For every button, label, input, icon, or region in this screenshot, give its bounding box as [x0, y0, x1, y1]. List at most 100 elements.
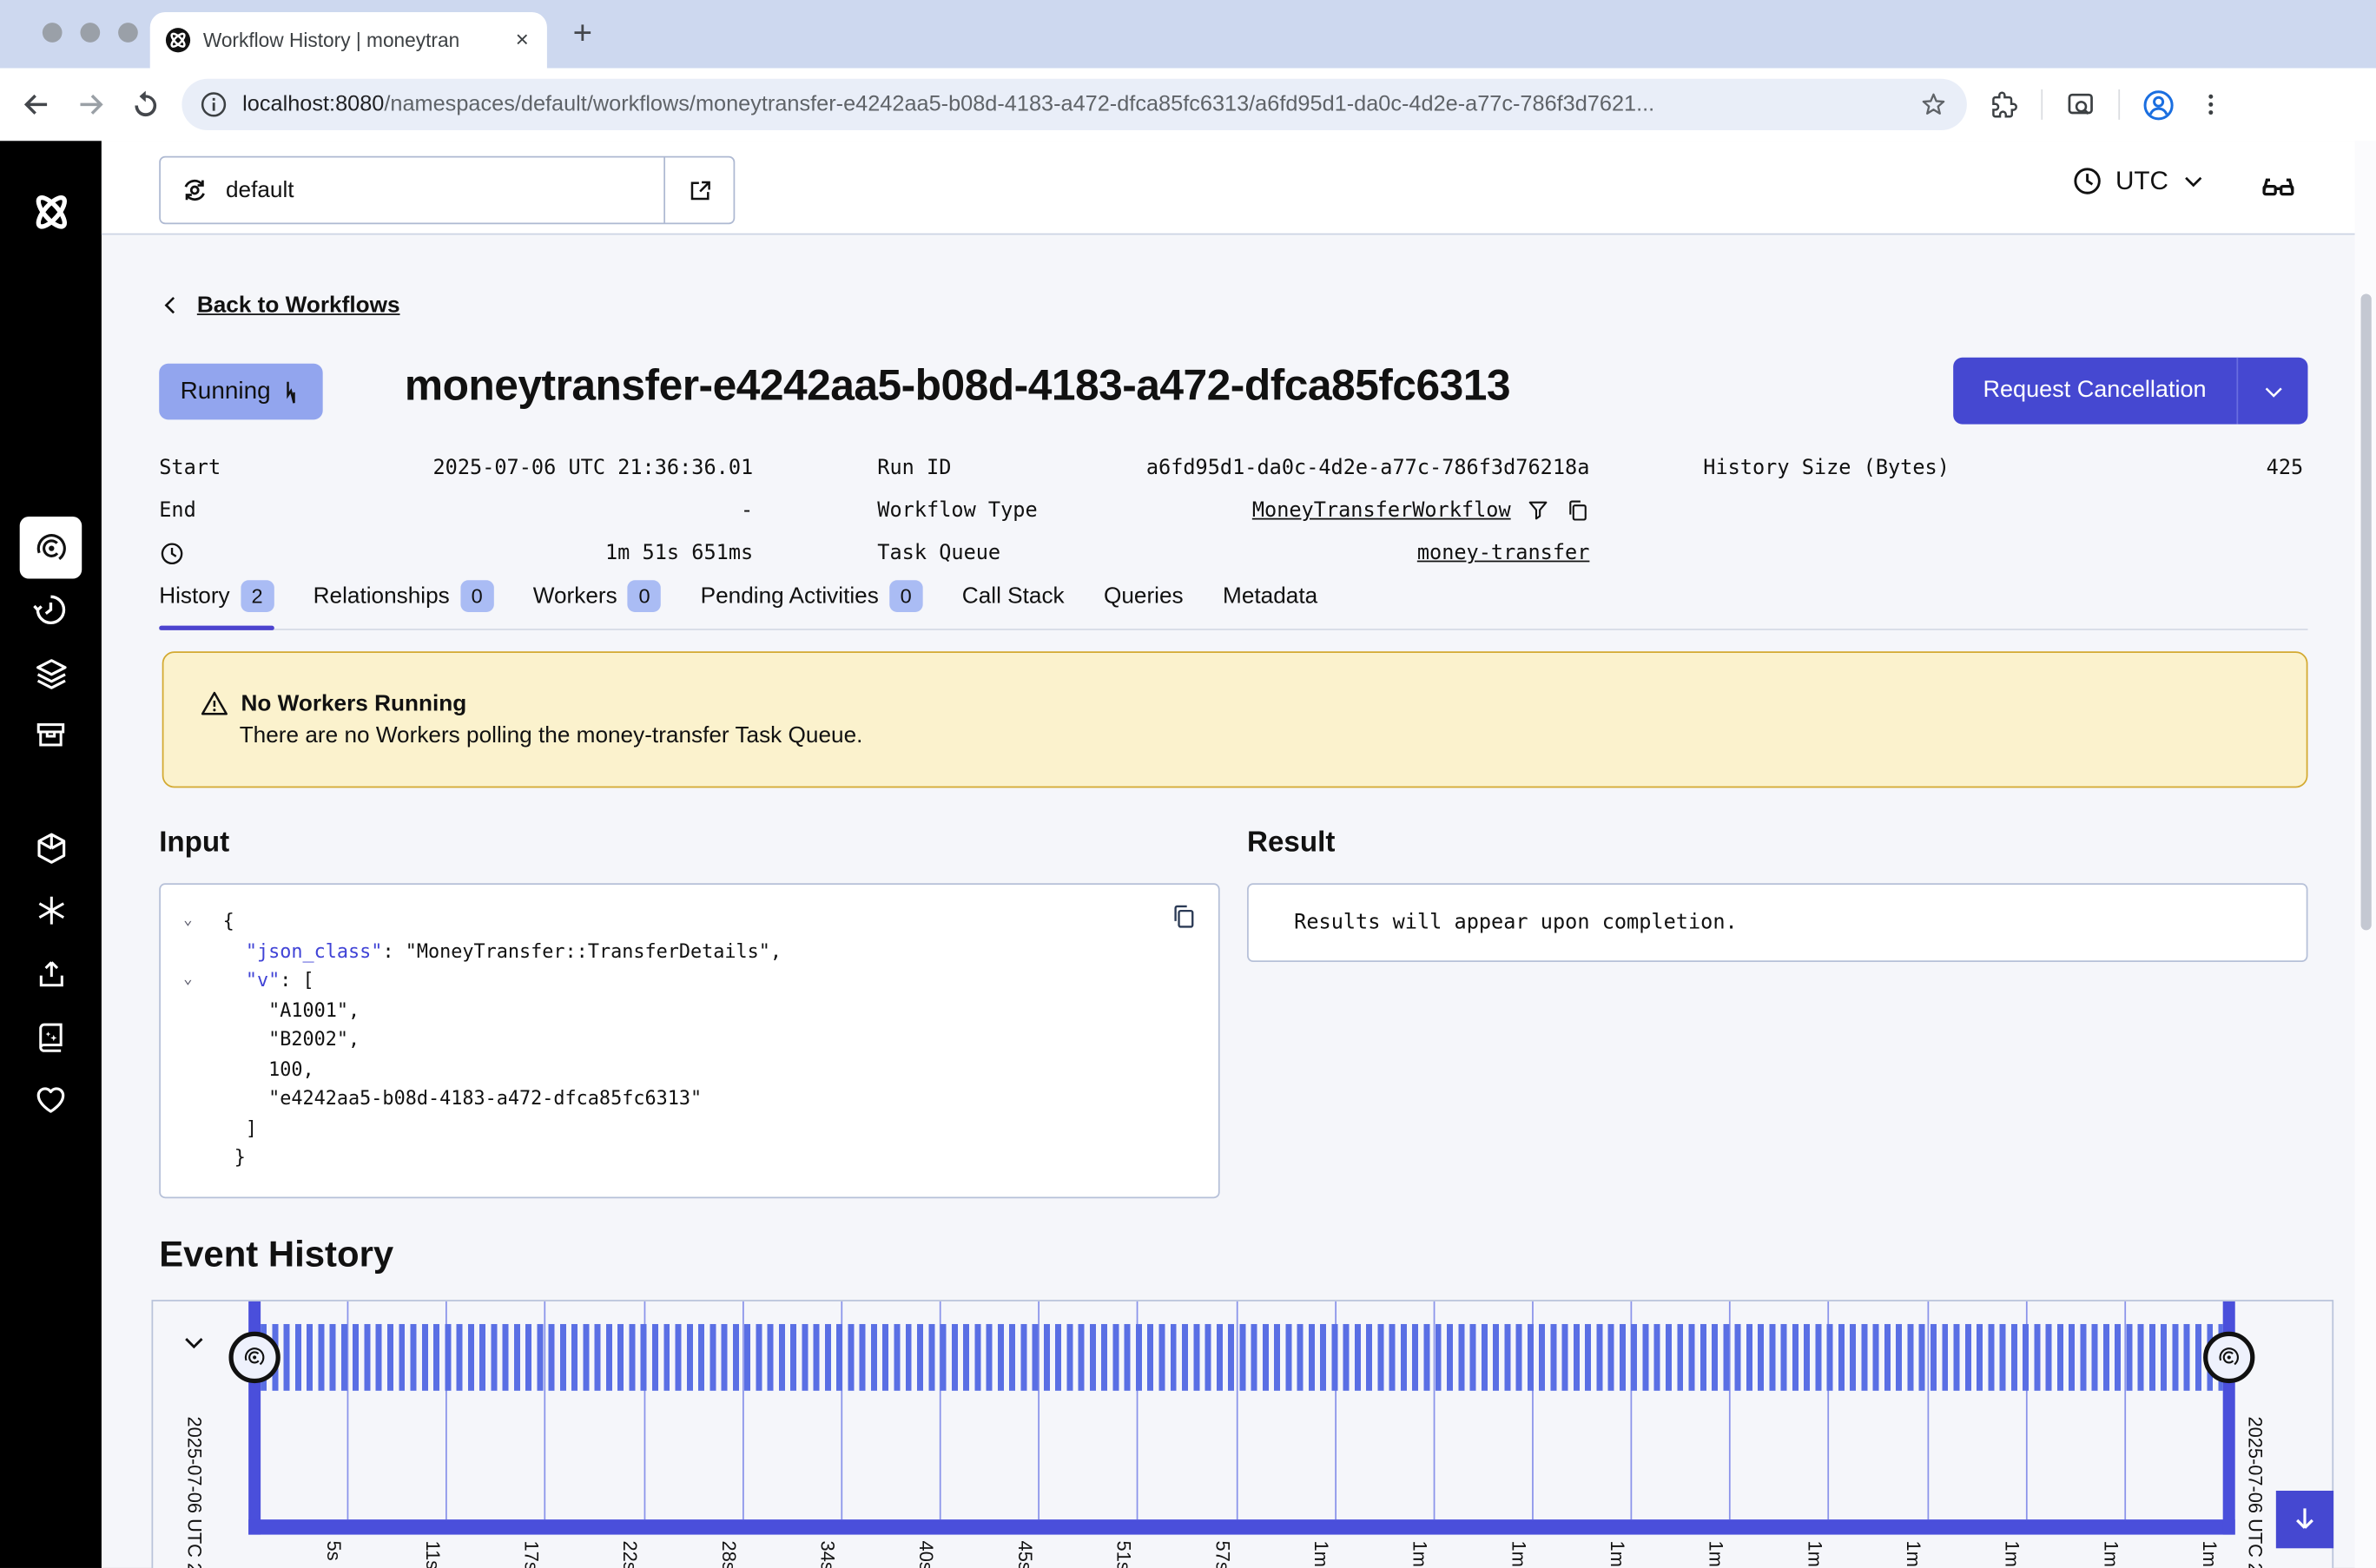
back-to-workflows-link[interactable]: Back to Workflows — [159, 293, 399, 319]
timeline-tick-label: 28s — [718, 1541, 739, 1568]
timeline-tick-label: 40s — [915, 1541, 936, 1568]
back-icon[interactable] — [18, 86, 55, 122]
workflows-spiral-icon — [33, 530, 69, 566]
timeline-tick-label: 45s — [1014, 1541, 1035, 1568]
collapse-caret-icon[interactable]: ⌄ — [175, 965, 200, 995]
input-heading: Input — [159, 827, 229, 860]
new-tab-button[interactable]: + — [573, 16, 592, 49]
tab-call-stack[interactable]: Call Stack — [962, 580, 1065, 615]
tab-pending-activities[interactable]: Pending Activities0 — [701, 580, 923, 615]
window-close-button[interactable] — [43, 23, 63, 43]
scroll-to-bottom-button[interactable] — [2276, 1491, 2333, 1548]
profile-avatar-icon[interactable] — [2142, 87, 2176, 122]
no-workers-warning: No Workers Running There are no Workers … — [162, 651, 2308, 787]
workflow-type-label: Workflow Type — [877, 498, 1037, 523]
status-badge: Running — [159, 364, 322, 420]
nav-workflows-active[interactable] — [20, 517, 82, 579]
back-link-label: Back to Workflows — [197, 293, 400, 319]
running-pulse-icon — [280, 379, 300, 404]
timeline-tick-label: 51s — [1112, 1541, 1133, 1568]
timeline-event-band[interactable] — [261, 1324, 2223, 1391]
url-path: /namespaces/default/workflows/moneytrans… — [384, 92, 1654, 116]
json-line: } — [234, 1143, 246, 1172]
browser-tab[interactable]: Workflow History | moneytran × — [150, 12, 547, 69]
timeline-tick-label: 57s — [1211, 1541, 1232, 1568]
labs-mode-button[interactable] — [2260, 168, 2298, 214]
nav-namespaces[interactable] — [0, 830, 102, 866]
workflow-started-marker[interactable] — [228, 1332, 280, 1383]
latest-event-marker[interactable] — [2203, 1332, 2254, 1383]
tab-count-badge: 0 — [889, 580, 922, 612]
timeline-tick-label: 1m — [2100, 1541, 2121, 1567]
site-info-icon[interactable] — [200, 91, 227, 118]
clock-icon — [2071, 165, 2103, 197]
timeline-tick-label: 11s — [422, 1541, 443, 1568]
namespace-current[interactable]: default — [161, 157, 663, 222]
page-scrollbar-thumb[interactable] — [2361, 294, 2372, 931]
namespace-selector[interactable]: default — [159, 156, 735, 225]
url-host: localhost:8080 — [242, 92, 384, 116]
bookmark-star-icon[interactable] — [1918, 89, 1949, 120]
tab-close-icon[interactable]: × — [512, 27, 531, 53]
tab-search-icon[interactable] — [2064, 88, 2097, 121]
extensions-icon[interactable] — [1988, 89, 2020, 121]
nav-docs[interactable] — [0, 1019, 102, 1054]
forward-icon[interactable] — [73, 86, 109, 122]
tab-history[interactable]: History2 — [159, 580, 274, 615]
tab-metadata[interactable]: Metadata — [1223, 580, 1317, 615]
glasses-icon — [2260, 168, 2298, 207]
filter-funnel-icon[interactable] — [1526, 498, 1550, 523]
tab-queries[interactable]: Queries — [1104, 580, 1184, 615]
tab-label: Metadata — [1223, 583, 1317, 609]
nav-schedules[interactable] — [0, 592, 102, 627]
url-bar[interactable]: localhost:8080/namespaces/default/workfl… — [182, 79, 1966, 130]
timeline-tick-label: 17s — [520, 1541, 541, 1568]
tab-label: Workers — [533, 583, 617, 609]
reload-icon[interactable] — [128, 86, 164, 122]
namespace-external-link-button[interactable] — [663, 157, 733, 222]
history-size-label: History Size (Bytes) — [1703, 456, 1950, 480]
browser-menu-icon[interactable] — [2197, 91, 2224, 118]
json-line: : "MoneyTransfer::TransferDetails", — [382, 935, 782, 965]
nav-import[interactable] — [0, 958, 102, 991]
page-scrollbar[interactable] — [2355, 141, 2376, 1568]
collapse-caret-icon[interactable]: ⌄ — [175, 906, 200, 935]
timeline-tick-label: 1m — [1508, 1541, 1528, 1567]
cancellation-menu-button[interactable] — [2236, 358, 2307, 425]
request-cancellation-split-button[interactable]: Request Cancellation — [1953, 358, 2308, 425]
timeline-bottom-axis — [248, 1519, 2235, 1534]
timeline-tick-label: 1m — [1310, 1541, 1331, 1567]
url-text[interactable]: localhost:8080/namespaces/default/workfl… — [242, 92, 1903, 116]
tab-label: Relationships — [314, 583, 450, 609]
run-id-value: a6fd95d1-da0c-4d2e-a77c-786f3d76218a — [1146, 456, 1590, 480]
task-queue-link[interactable]: money-transfer — [1417, 541, 1590, 565]
window-minimize-button[interactable] — [80, 23, 100, 43]
tab-relationships[interactable]: Relationships0 — [314, 580, 494, 615]
nav-feedback[interactable] — [0, 1082, 102, 1117]
workflow-tabs: History2Relationships0Workers0Pending Ac… — [159, 580, 2307, 630]
event-history-timeline[interactable]: 2025-07-06 UTC 2 2025-07-06 UTC 2 5s11s1… — [151, 1300, 2333, 1568]
chevron-left-icon — [159, 294, 182, 317]
timeline-tick-label: 1m — [2199, 1541, 2220, 1567]
copy-icon[interactable] — [1565, 498, 1589, 523]
browser-tabstrip: Workflow History | moneytran × + — [0, 0, 2376, 69]
input-json-viewer: ⌄ { "json_class": "MoneyTransfer::Transf… — [159, 883, 1219, 1198]
copy-icon[interactable] — [1170, 903, 1197, 930]
nav-deployments[interactable] — [0, 656, 102, 693]
window-zoom-button[interactable] — [118, 23, 138, 43]
timezone-selector[interactable]: UTC — [2071, 165, 2206, 197]
timeline-tick-label: 1m — [1409, 1541, 1429, 1567]
tab-title: Workflow History | moneytran — [203, 29, 500, 51]
nav-nexus[interactable] — [0, 893, 102, 926]
timeline-tick-label: 34s — [816, 1541, 837, 1568]
timezone-value: UTC — [2115, 166, 2168, 196]
start-label: Start — [159, 456, 221, 480]
nav-batch-operations[interactable] — [0, 718, 102, 753]
tab-workers[interactable]: Workers0 — [533, 580, 662, 615]
request-cancellation-button[interactable]: Request Cancellation — [1953, 358, 2237, 425]
timeline-collapse-button[interactable] — [181, 1328, 208, 1363]
workflow-type-link[interactable]: MoneyTransferWorkflow — [1252, 498, 1511, 523]
status-label: Running — [181, 378, 271, 405]
temporal-logo-icon[interactable] — [0, 187, 102, 238]
workflow-id-title: moneytransfer-e4242aa5-b08d-4183-a472-df… — [405, 362, 1510, 412]
